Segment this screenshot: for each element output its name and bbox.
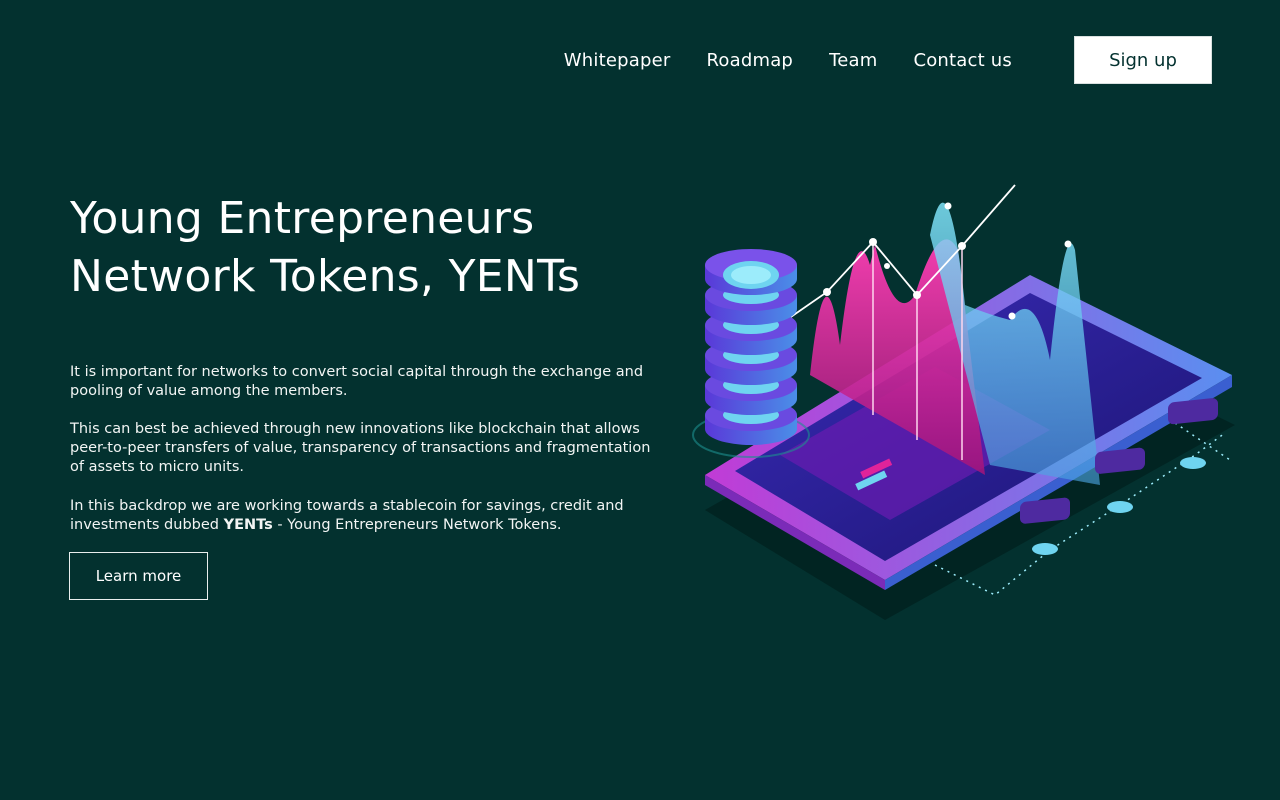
nav-team[interactable]: Team: [829, 50, 877, 71]
hero-title-line-2: Network Tokens, YENTs: [70, 251, 581, 302]
yents-bold: YENTs: [223, 517, 273, 533]
nav-roadmap[interactable]: Roadmap: [707, 50, 794, 71]
hero-title: Young Entrepreneurs Network Tokens, YENT…: [70, 190, 670, 306]
intro-paragraph: It is important for networks to convert …: [70, 364, 644, 399]
nav-contact-us[interactable]: Contact us: [913, 50, 1012, 71]
hero-title-line-1: Young Entrepreneurs: [70, 193, 535, 244]
learn-more-button[interactable]: Learn more: [69, 552, 208, 600]
stablecoin-paragraph: In this backdrop we are working towards …: [70, 497, 660, 535]
blockchain-paragraph: This can best be achieved through new in…: [70, 421, 651, 475]
stablecoin-text-suffix: - Young Entrepreneurs Network Tokens.: [272, 517, 562, 533]
nav-whitepaper[interactable]: Whitepaper: [564, 50, 671, 71]
blockchain-tablet-chart-illustration: [692, 184, 1235, 620]
sign-up-button[interactable]: Sign up: [1074, 36, 1212, 84]
top-nav: Whitepaper Roadmap Team Contact us Sign …: [564, 36, 1212, 84]
